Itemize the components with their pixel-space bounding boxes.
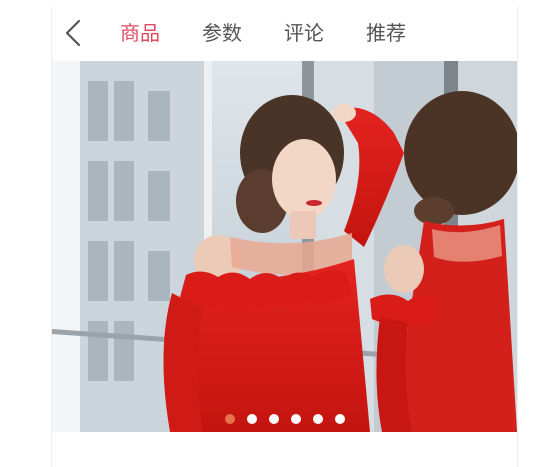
carousel-pagination — [52, 414, 517, 424]
carousel-dot-5[interactable] — [312, 414, 323, 424]
carousel-dot-2[interactable] — [246, 414, 257, 424]
product-photo — [52, 61, 517, 432]
tab-reviews[interactable]: 评论 — [284, 6, 324, 60]
tab-recommend[interactable]: 推荐 — [366, 6, 406, 60]
carousel-dot-3[interactable] — [268, 414, 279, 424]
top-nav-bar: 商品 参数 评论 推荐 — [52, 6, 517, 60]
content-below-carousel — [52, 432, 517, 467]
tab-parameters[interactable]: 参数 — [202, 6, 242, 60]
tab-bar: 商品 参数 评论 推荐 — [120, 6, 406, 60]
product-image-carousel[interactable] — [52, 61, 517, 432]
chevron-left-icon — [65, 19, 81, 47]
carousel-dot-6[interactable] — [334, 414, 345, 424]
product-detail-page: 商品 参数 评论 推荐 — [52, 6, 517, 467]
carousel-dot-1[interactable] — [224, 414, 235, 424]
tab-product[interactable]: 商品 — [120, 6, 160, 60]
carousel-dot-4[interactable] — [290, 414, 301, 424]
back-button[interactable] — [60, 18, 90, 48]
